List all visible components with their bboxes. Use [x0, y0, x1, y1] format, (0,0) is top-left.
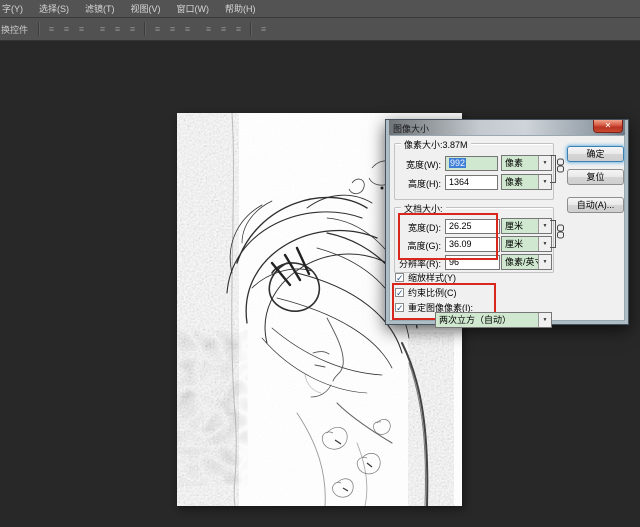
- dialog-title-bar[interactable]: 图像大小 ✕: [389, 120, 625, 135]
- doc-height-value: 36.09: [449, 239, 472, 249]
- pixel-width-label: 宽度(W):: [395, 158, 441, 171]
- menu-item-help[interactable]: 帮助(H): [217, 2, 264, 15]
- doc-height-input[interactable]: 36.09: [445, 237, 500, 252]
- resolution-input[interactable]: 96: [445, 255, 500, 270]
- doc-height-label: 高度(G):: [395, 239, 441, 252]
- distribute-vertical-centers-icon[interactable]: ≡: [166, 23, 179, 36]
- constrain-proportions-checkbox[interactable]: ✓: [395, 288, 404, 297]
- menu-item-view[interactable]: 视图(V): [123, 2, 169, 15]
- align-horizontal-centers-icon[interactable]: ≡: [60, 23, 73, 36]
- reset-button[interactable]: 复位: [567, 169, 624, 185]
- menu-item-select[interactable]: 选择(S): [31, 2, 77, 15]
- align-bottom-edges-icon[interactable]: ≡: [126, 23, 139, 36]
- dialog-body: 像素大小:3.87M 宽度(W): 992 像素 ▼ 高度(H): 1364 像…: [389, 135, 625, 321]
- dialog-title: 图像大小: [393, 122, 429, 135]
- resolution-unit-select[interactable]: 像素/英寸 ▼: [501, 254, 552, 270]
- doc-height-unit-select[interactable]: 厘米 ▼: [501, 236, 552, 252]
- scale-styles-label: 缩放样式(Y): [408, 271, 456, 284]
- document-size-group: 文档大小: 宽度(D): 26.25 厘米 ▼ 高度(G): 36.09 厘米 …: [394, 207, 554, 273]
- pixel-size-legend: 像素大小:3.87M: [401, 138, 471, 151]
- chevron-down-icon: ▼: [538, 313, 551, 327]
- resample-method-value: 两次立方（自动）: [439, 315, 511, 325]
- pixel-height-input[interactable]: 1364: [445, 175, 498, 190]
- menu-item-window[interactable]: 窗口(W): [169, 2, 218, 15]
- ok-button[interactable]: 确定: [567, 146, 624, 162]
- pixel-size-group: 像素大小:3.87M 宽度(W): 992 像素 ▼ 高度(H): 1364 像…: [394, 143, 554, 200]
- options-divider: [38, 22, 40, 36]
- menu-item-filter[interactable]: 滤镜(T): [77, 2, 123, 15]
- align-right-edges-icon[interactable]: ≡: [75, 23, 88, 36]
- doc-height-unit: 厘米: [505, 239, 523, 249]
- constrain-proportions-label: 约束比例(C): [408, 286, 457, 299]
- close-button[interactable]: ✕: [593, 120, 623, 133]
- show-transform-controls-label: 换控件: [0, 23, 34, 36]
- constrain-proportions-row: ✓ 约束比例(C): [395, 287, 457, 298]
- resolution-value: 96: [449, 257, 459, 267]
- resample-method-select[interactable]: 两次立方（自动） ▼: [435, 312, 552, 328]
- pixel-height-unit: 像素: [505, 177, 523, 187]
- resample-image-checkbox[interactable]: ✓: [395, 303, 404, 312]
- pixel-height-label: 高度(H):: [395, 177, 441, 190]
- distribute-bottom-edges-icon[interactable]: ≡: [181, 23, 194, 36]
- scale-styles-checkbox[interactable]: ✓: [395, 273, 404, 282]
- close-icon: ✕: [605, 121, 612, 130]
- distribute-top-edges-icon[interactable]: ≡: [151, 23, 164, 36]
- chevron-down-icon: ▼: [538, 255, 551, 269]
- options-bar: 换控件 ≡ ≡ ≡ ≡ ≡ ≡ ≡ ≡ ≡ ≡ ≡ ≡ ≡: [0, 18, 640, 41]
- doc-width-unit: 厘米: [505, 221, 523, 231]
- pixel-width-unit: 像素: [505, 158, 523, 168]
- auto-align-layers-icon[interactable]: ≡: [257, 23, 270, 36]
- chain-link-icon: [556, 224, 565, 240]
- distribute-right-edges-icon[interactable]: ≡: [232, 23, 245, 36]
- align-vertical-centers-icon[interactable]: ≡: [111, 23, 124, 36]
- doc-width-label: 宽度(D):: [395, 221, 441, 234]
- pixel-height-value: 1364: [449, 177, 469, 187]
- options-divider: [144, 22, 146, 36]
- scale-styles-row: ✓ 缩放样式(Y): [395, 272, 456, 283]
- menu-bar: 字(Y) 选择(S) 滤镜(T) 视图(V) 窗口(W) 帮助(H): [0, 0, 640, 18]
- options-divider: [250, 22, 252, 36]
- distribute-horizontal-centers-icon[interactable]: ≡: [217, 23, 230, 36]
- pixel-height-unit-select[interactable]: 像素 ▼: [501, 174, 552, 190]
- doc-width-unit-select[interactable]: 厘米 ▼: [501, 218, 552, 234]
- pixel-width-unit-select[interactable]: 像素 ▼: [501, 155, 552, 171]
- workspace: 图像大小 ✕ 像素大小:3.87M 宽度(W): 992 像素 ▼ 高度(H):…: [0, 41, 640, 527]
- align-left-edges-icon[interactable]: ≡: [45, 23, 58, 36]
- image-size-dialog: 图像大小 ✕ 像素大小:3.87M 宽度(W): 992 像素 ▼ 高度(H):…: [385, 119, 629, 325]
- menu-item-type[interactable]: 字(Y): [0, 2, 31, 15]
- document-size-legend: 文档大小:: [401, 202, 446, 215]
- distribute-left-edges-icon[interactable]: ≡: [202, 23, 215, 36]
- doc-width-input[interactable]: 26.25: [445, 219, 500, 234]
- auto-button[interactable]: 自动(A)...: [567, 197, 624, 213]
- chain-link-icon: [556, 158, 565, 174]
- align-top-edges-icon[interactable]: ≡: [96, 23, 109, 36]
- pixel-width-value: 992: [449, 158, 466, 168]
- pixel-width-input[interactable]: 992: [445, 156, 498, 171]
- doc-width-value: 26.25: [449, 221, 472, 231]
- resolution-label: 分辨率(R):: [395, 257, 441, 270]
